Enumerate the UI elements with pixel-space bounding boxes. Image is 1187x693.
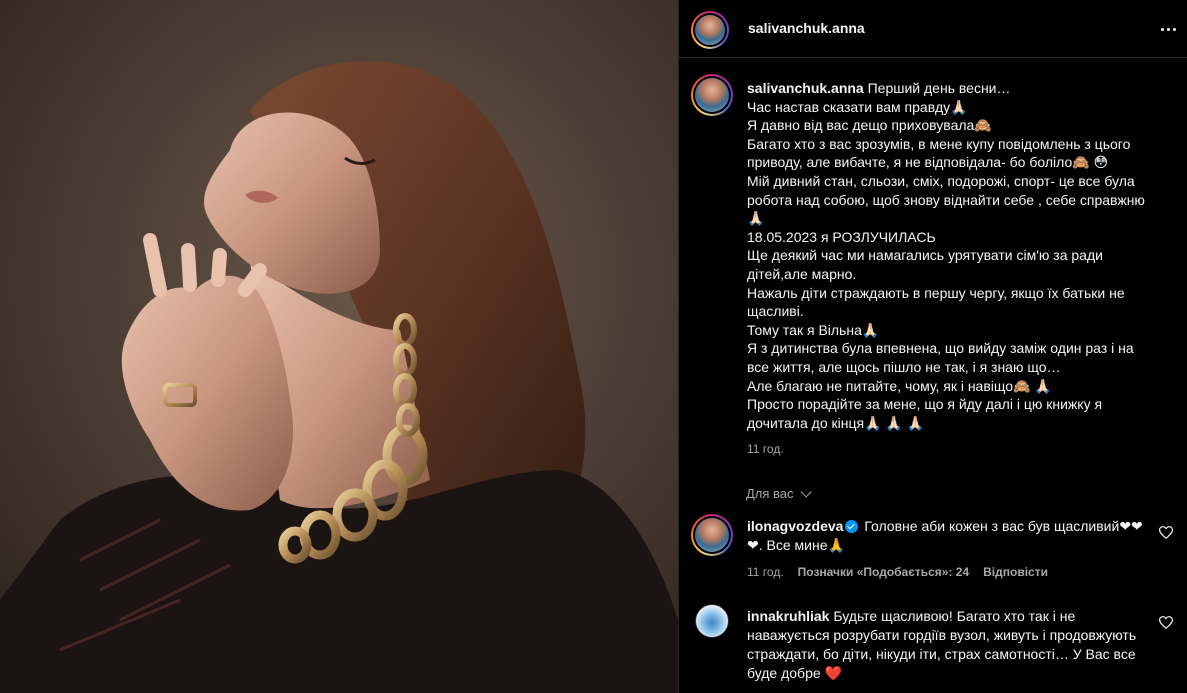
comment-username[interactable]: innakruhliak <box>747 608 829 624</box>
post-photo[interactable] <box>0 0 678 693</box>
caption-line: Час настав сказати вам правду🙏🏻 <box>747 98 968 115</box>
heart-icon[interactable] <box>1159 616 1173 629</box>
caption-line: робота над собою, щоб знову віднайти себ… <box>747 191 1145 208</box>
comment-line: наважується розрубати гордіїв вузол, жив… <box>747 627 1137 643</box>
reply-button[interactable]: Відповісти <box>983 565 1048 579</box>
caption-line: дочитала до кінця🙏🏻 🙏🏻 🙏🏻 <box>747 414 925 431</box>
caption-line: Але благаю не питайте, чому, як і навіщо… <box>747 377 1052 394</box>
comment-likes-count[interactable]: Позначки «Подобається»: 24 <box>798 565 969 579</box>
avatar[interactable] <box>691 74 733 116</box>
comment-text: innakruhliak Будьте щасливою! Багато хто… <box>747 607 1167 683</box>
caption-line: приводу, але вибачте, я не відповідала- … <box>747 154 1109 171</box>
chevron-down-icon <box>799 485 812 498</box>
comment-line: страждати, бо діти, нікуди іти, страх са… <box>747 646 1136 662</box>
caption-username[interactable]: salivanchuk.anna <box>747 80 864 96</box>
caption-line: дітей,але марно. <box>747 265 857 282</box>
comment-username[interactable]: ilonagvozdeva <box>747 518 843 534</box>
post-viewer: salivanchuk.anna salivanchuk.anna Перший… <box>0 0 1187 693</box>
comment-text: ilonagvozdeva Головне аби кожен з вас бу… <box>747 517 1157 555</box>
caption-line: Ще деякий час ми намагались урятувати сі… <box>747 247 1103 264</box>
comment-meta: 11 год. Позначки «Подобається»: 24 Відпо… <box>747 565 1048 579</box>
comments-filter-dropdown[interactable]: Для вас <box>746 485 812 501</box>
woman-portrait-image <box>0 0 678 693</box>
post-timestamp[interactable]: 11 год. <box>747 442 784 456</box>
caption-line: Багато хто з вас зрозумів, в мене купу п… <box>747 135 1131 152</box>
caption-line: 18.05.2023 я РОЗЛУЧИЛАСЬ <box>747 228 936 245</box>
author-username[interactable]: salivanchuk.anna <box>748 20 865 36</box>
caption-line: Нажаль діти страждають в першу чергу, як… <box>747 284 1125 301</box>
caption-line: Просто порадійте за мене, що я йду далі … <box>747 396 1103 413</box>
caption-text: salivanchuk.anna Перший день весни… Час … <box>747 79 1167 432</box>
avatar[interactable] <box>695 604 729 638</box>
verified-badge-icon <box>845 520 859 533</box>
comments-filter-label: Для вас <box>746 486 794 501</box>
heart-icon[interactable] <box>1159 526 1173 539</box>
post-details-panel: salivanchuk.anna salivanchuk.anna Перший… <box>678 0 1187 693</box>
caption-line: Тому так я Вільна🙏🏻 <box>747 321 880 338</box>
caption-line: Я з дитинства була впевнена, що вийду за… <box>747 340 1134 357</box>
comment-line: Будьте щасливою! Багато хто так і не <box>833 608 1076 624</box>
more-horizontal-icon[interactable] <box>1156 19 1180 39</box>
post-header: salivanchuk.anna <box>679 0 1187 58</box>
comment-line: ❤. Все мине🙏 <box>747 537 845 553</box>
caption-line: щасливі. <box>747 303 804 320</box>
avatar[interactable] <box>691 11 729 49</box>
comment-timestamp[interactable]: 11 год. <box>747 565 784 579</box>
caption-line: Мій дивний стан, сльози, сміх, подорожі,… <box>747 172 1135 189</box>
caption-line: все життя, але щось пішло не так, і я зн… <box>747 358 1061 375</box>
comment-line: Головне аби кожен з вас був щасливий❤❤ <box>864 518 1143 534</box>
avatar[interactable] <box>691 514 733 556</box>
caption-line: Перший день весни… <box>867 80 1011 96</box>
caption-line: 🙏🏻 <box>747 210 765 227</box>
caption-line: Я давно від вас дещо приховувала🙈 <box>747 117 992 134</box>
comment-line: буде добре ❤️ <box>747 665 842 681</box>
